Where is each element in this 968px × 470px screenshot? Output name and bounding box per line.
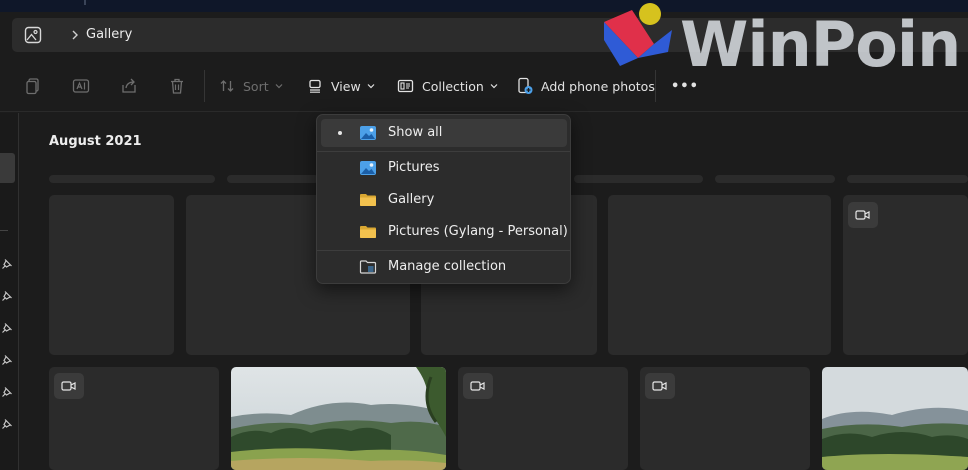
landscape-photo-image [231, 367, 446, 470]
view-label: View [331, 78, 361, 94]
video-icon [61, 381, 76, 391]
pictures-icon [360, 161, 376, 175]
loading-strip [715, 175, 835, 183]
rename-icon[interactable] [72, 77, 90, 95]
landscape-photo-image [822, 367, 968, 470]
menu-item-show-all[interactable]: Show all [321, 119, 567, 147]
pin-icon[interactable] [1, 290, 13, 302]
toolbar-separator [204, 70, 205, 102]
gallery-icon[interactable] [24, 26, 42, 44]
video-badge [54, 373, 84, 399]
menu-item-label: Gallery [388, 192, 435, 207]
nav-divider [0, 230, 8, 231]
sort-icon [220, 80, 234, 92]
month-heading: August 2021 [49, 134, 142, 149]
video-tile[interactable] [843, 195, 968, 355]
video-icon [855, 210, 870, 220]
pin-icon[interactable] [1, 258, 13, 270]
view-button[interactable]: View [307, 74, 375, 98]
loading-strip [49, 175, 215, 183]
photo-tile[interactable] [49, 195, 174, 355]
chevron-down-icon [367, 84, 375, 89]
view-icon [309, 79, 321, 93]
navigation-rail [0, 113, 19, 470]
video-tile[interactable] [49, 367, 219, 470]
pin-icon[interactable] [1, 386, 13, 398]
breadcrumb-gallery[interactable]: Gallery [86, 27, 132, 42]
delete-icon[interactable] [168, 77, 186, 95]
menu-divider [317, 250, 570, 251]
watermark-text: WinPoin [680, 8, 961, 81]
video-badge [463, 373, 493, 399]
chevron-down-icon [490, 84, 498, 89]
menu-item-label: Pictures (Gylang - Personal) [388, 224, 568, 239]
menu-divider [317, 151, 570, 152]
manage-collection-icon [359, 260, 377, 274]
title-strip-tick [84, 0, 86, 5]
collection-label: Collection [422, 78, 484, 94]
landscape-photo[interactable] [231, 367, 446, 470]
chevron-down-icon [275, 84, 283, 89]
menu-item-label: Pictures [388, 160, 440, 175]
loading-strip [227, 175, 319, 183]
pin-icon[interactable] [1, 418, 13, 430]
share-icon[interactable] [120, 77, 138, 95]
landscape-photo[interactable] [822, 367, 968, 470]
video-badge [848, 202, 878, 228]
menu-item-gallery[interactable]: Gallery [321, 186, 567, 214]
photo-tile[interactable] [608, 195, 831, 355]
nav-selected-item[interactable] [0, 153, 15, 183]
loading-strip [574, 175, 703, 183]
pin-icon[interactable] [1, 354, 13, 366]
pictures-icon [360, 126, 376, 140]
folder-icon [360, 226, 376, 238]
menu-item-pictures-personal[interactable]: Pictures (Gylang - Personal) [321, 218, 568, 246]
folder-icon [360, 194, 376, 206]
chevron-right-icon [72, 30, 78, 40]
menu-item-label: Show all [388, 125, 443, 140]
collection-button[interactable]: Collection [397, 74, 498, 98]
menu-item-pictures[interactable]: Pictures [321, 154, 567, 182]
video-icon [652, 381, 667, 391]
selected-dot [338, 131, 342, 135]
pin-icon[interactable] [1, 322, 13, 334]
sort-label: Sort [243, 78, 269, 94]
sort-button[interactable]: Sort [219, 74, 283, 98]
video-icon [470, 381, 485, 391]
collection-icon [397, 79, 414, 93]
menu-item-label: Manage collection [388, 259, 507, 274]
video-tile[interactable] [640, 367, 810, 470]
video-badge [645, 373, 675, 399]
loading-strip [847, 175, 968, 183]
copy-icon[interactable] [24, 77, 42, 95]
add-phone-photos-icon [518, 77, 533, 94]
menu-item-manage-collection[interactable]: Manage collection [321, 253, 567, 281]
video-tile[interactable] [458, 367, 628, 470]
collection-menu: Show all Pictures Gallery Pictures (Gyla… [316, 114, 571, 284]
